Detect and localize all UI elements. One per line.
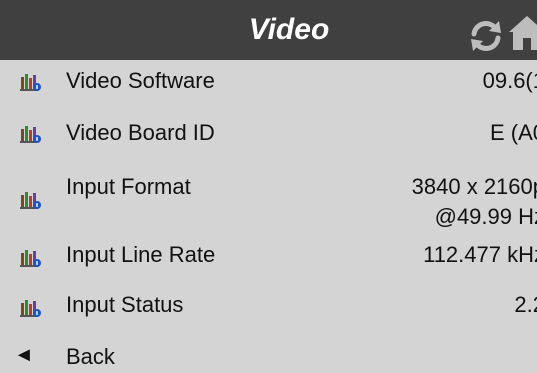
signal-bars-info-icon xyxy=(20,74,41,91)
row-label: Input Format xyxy=(66,174,191,199)
row-label: Video Software xyxy=(66,68,215,93)
page-title: Video xyxy=(248,13,330,46)
row-value: 09.6(1 xyxy=(482,68,537,93)
row-value: 2.2 xyxy=(514,292,537,317)
row-value: 112.477 kHz xyxy=(423,242,537,267)
signal-bars-info-icon xyxy=(20,192,41,209)
list-item-input-line-rate[interactable]: Input Line Rate 112.477 kHz xyxy=(0,238,537,278)
row-label: Input Status xyxy=(66,292,184,317)
signal-bars-info-icon xyxy=(20,300,41,317)
refresh-icon[interactable] xyxy=(466,18,506,54)
list-item-video-software[interactable]: Video Software 09.6(1 xyxy=(0,62,537,102)
home-icon[interactable] xyxy=(507,14,537,52)
list-item-video-board-id[interactable]: Video Board ID E (A0 xyxy=(0,112,537,152)
signal-bars-info-icon xyxy=(20,250,41,267)
back-button[interactable]: ◄ Back xyxy=(0,340,537,373)
row-value: E (A0 xyxy=(489,120,537,145)
row-value-line2: @49.99 Hz xyxy=(434,204,537,229)
left-triangle-icon: ◄ xyxy=(14,344,34,366)
row-value-line1: 3840 x 2160p xyxy=(411,174,537,199)
header-bar: Video xyxy=(0,0,537,60)
back-label: Back xyxy=(66,344,115,369)
list-item-input-status[interactable]: Input Status 2.2 xyxy=(0,288,537,328)
video-screen: Video Video Software 09.6(1 xyxy=(0,0,537,373)
row-label: Video Board ID xyxy=(66,120,215,145)
list-item-input-format[interactable]: Input Format 3840 x 2160p @49.99 Hz xyxy=(0,166,537,232)
signal-bars-info-icon xyxy=(20,126,41,143)
row-label: Input Line Rate xyxy=(66,242,216,267)
